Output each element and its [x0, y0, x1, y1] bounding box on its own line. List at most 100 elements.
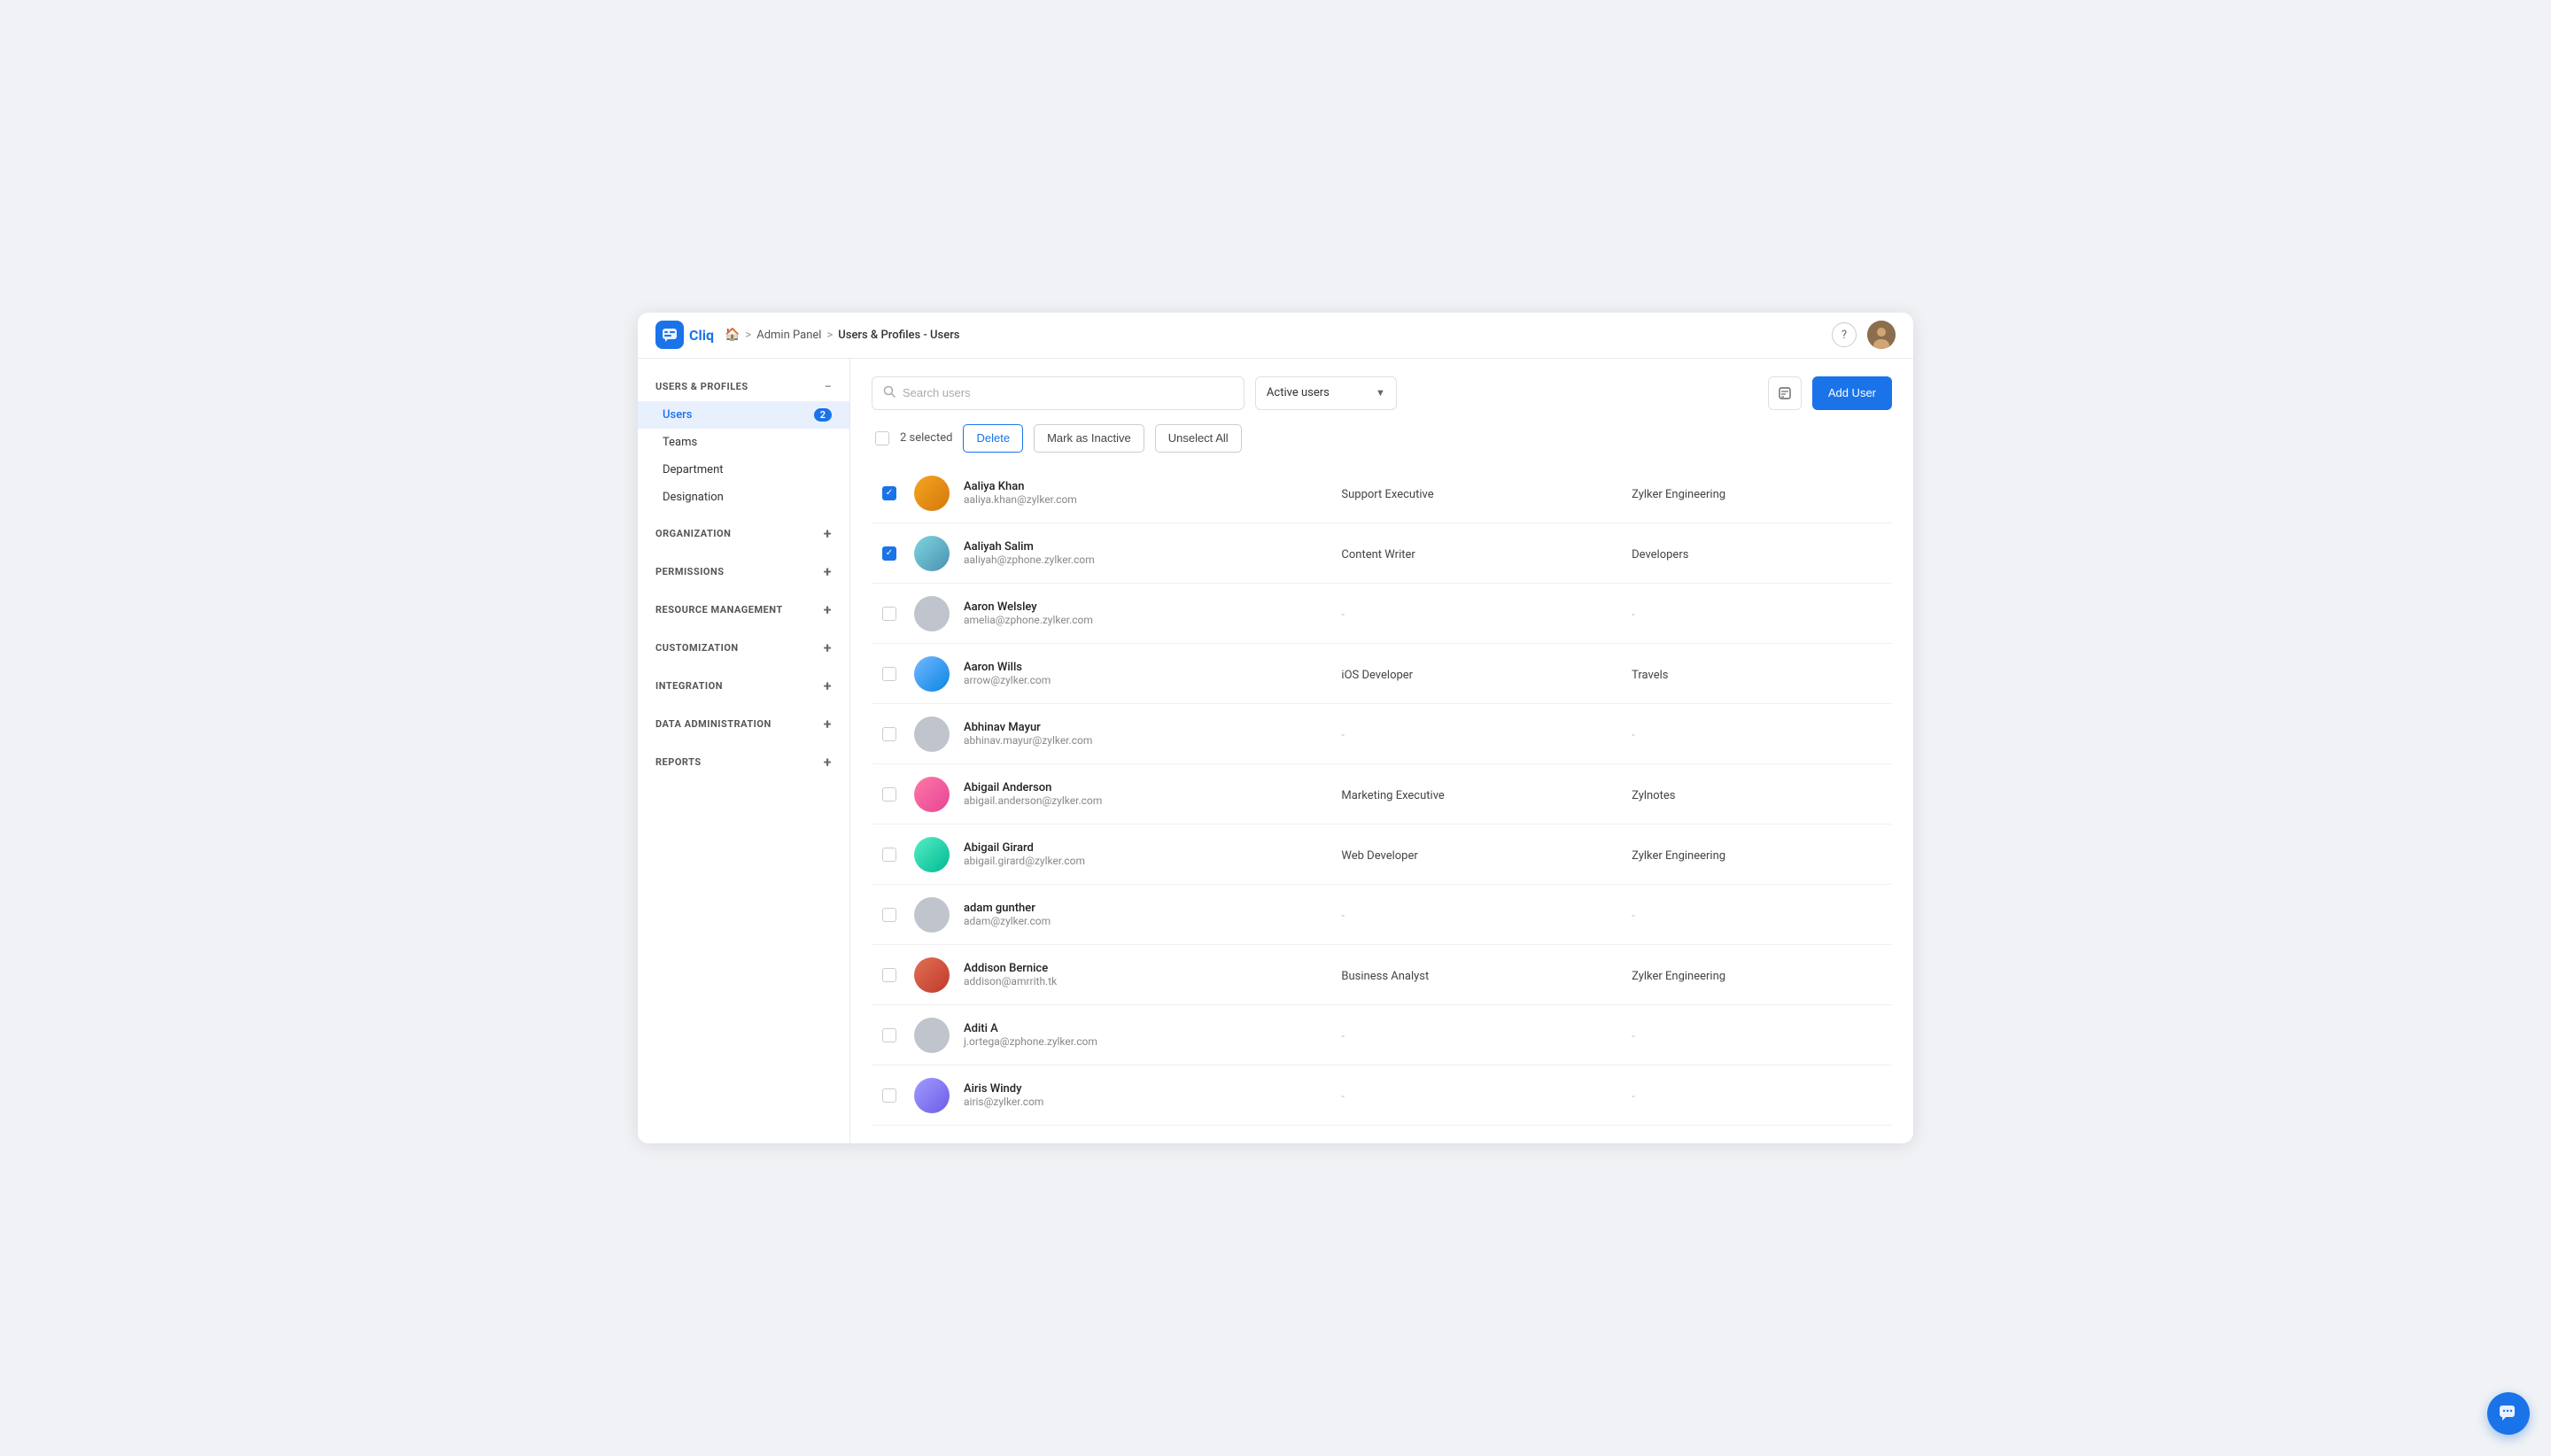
checkbox-cell[interactable]: [872, 885, 907, 945]
table-row: Addison Bernice addison@amrrith.tk Busin…: [872, 945, 1892, 1005]
checkbox-cell[interactable]: [872, 704, 907, 764]
status-dropdown[interactable]: Active users ▼: [1255, 376, 1397, 410]
checkbox-cell[interactable]: [872, 1065, 907, 1126]
sidebar-section-permissions: PERMISSIONS +: [638, 556, 849, 587]
row-checkbox[interactable]: [882, 727, 896, 741]
checkbox-cell[interactable]: [872, 1005, 907, 1065]
user-name: Aaliya Khan: [964, 480, 1327, 493]
sidebar-item-users[interactable]: Users 2: [638, 401, 849, 429]
row-checkbox[interactable]: [882, 486, 896, 500]
user-email: abhinav.mayur@zylker.com: [964, 734, 1327, 747]
breadcrumb-admin[interactable]: Admin Panel: [756, 329, 821, 342]
user-info: Aaron Welsley amelia@zphone.zylker.com: [964, 600, 1327, 626]
user-role-cell: Support Executive: [1334, 463, 1624, 523]
checkbox-cell[interactable]: [872, 945, 907, 1005]
integration-label: INTEGRATION: [655, 680, 723, 692]
avatar-cell: [907, 463, 957, 523]
checkbox-cell[interactable]: [872, 644, 907, 704]
user-table: Aaliya Khan aaliya.khan@zylker.com Suppo…: [872, 463, 1892, 1127]
user-info: adam gunther adam@zylker.com: [964, 902, 1327, 927]
user-info: Addison Bernice addison@amrrith.tk: [964, 962, 1327, 987]
user-email: aaliyah@zphone.zylker.com: [964, 554, 1327, 566]
avatar-cell: [907, 885, 957, 945]
user-role-cell: -: [1334, 1065, 1624, 1126]
row-checkbox[interactable]: [882, 968, 896, 982]
sidebar-item-teams[interactable]: Teams: [638, 429, 849, 456]
user-avatar: [914, 596, 950, 631]
select-all-checkbox[interactable]: [875, 431, 889, 445]
user-team-cell: -: [1624, 704, 1892, 764]
sidebar-item-department[interactable]: Department: [638, 456, 849, 484]
user-avatar-top[interactable]: [1867, 321, 1896, 349]
checkbox-cell[interactable]: [872, 463, 907, 523]
table-row: Aaliyah Salim aaliyah@zphone.zylker.com …: [872, 523, 1892, 584]
avatar-cell: [907, 764, 957, 825]
user-team-cell: Developers: [1624, 523, 1892, 584]
user-email: j.ortega@zphone.zylker.com: [964, 1035, 1327, 1048]
sidebar-section-organization: ORGANIZATION +: [638, 518, 849, 549]
home-icon[interactable]: 🏠: [725, 328, 740, 342]
user-avatar: [914, 536, 950, 571]
user-info-cell: adam gunther adam@zylker.com: [957, 885, 1334, 945]
sidebar-section-header-reports[interactable]: REPORTS +: [638, 747, 849, 778]
checkbox-cell[interactable]: [872, 764, 907, 825]
sidebar-section-reports: REPORTS +: [638, 747, 849, 778]
user-name: Airis Windy: [964, 1082, 1327, 1096]
row-checkbox[interactable]: [882, 546, 896, 561]
sidebar-section-header-customization[interactable]: CUSTOMIZATION +: [638, 632, 849, 663]
plus-icon-integration: +: [824, 678, 832, 694]
sidebar-section-header-data-administration[interactable]: DATA ADMINISTRATION +: [638, 709, 849, 740]
toolbar: Active users ▼ Add User: [872, 376, 1892, 410]
search-box[interactable]: [872, 376, 1244, 410]
export-button[interactable]: [1768, 376, 1802, 410]
user-name: adam gunther: [964, 902, 1327, 915]
sidebar: USERS & PROFILES − Users 2 Teams Departm…: [638, 359, 850, 1144]
sidebar-section-header-users-profiles[interactable]: USERS & PROFILES −: [638, 373, 849, 401]
checkbox-cell[interactable]: [872, 584, 907, 644]
user-role-cell: iOS Developer: [1334, 644, 1624, 704]
plus-icon-data-admin: +: [824, 716, 832, 732]
user-email: addison@amrrith.tk: [964, 975, 1327, 987]
sidebar-section-header-resource-management[interactable]: RESOURCE MANAGEMENT +: [638, 594, 849, 625]
user-avatar: [914, 656, 950, 692]
plus-icon-resource: +: [824, 601, 832, 618]
logo[interactable]: Cliq: [655, 321, 714, 349]
chat-fab-button[interactable]: [2487, 1392, 2530, 1435]
user-team-cell: Travels: [1624, 644, 1892, 704]
user-role-cell: -: [1334, 1005, 1624, 1065]
user-team-cell: -: [1624, 1005, 1892, 1065]
user-role-cell: Business Analyst: [1334, 945, 1624, 1005]
help-icon[interactable]: ?: [1832, 322, 1857, 347]
sidebar-item-designation[interactable]: Designation: [638, 484, 849, 511]
row-checkbox[interactable]: [882, 787, 896, 802]
sidebar-section-header-organization[interactable]: ORGANIZATION +: [638, 518, 849, 549]
user-info: Airis Windy airis@zylker.com: [964, 1082, 1327, 1108]
mark-inactive-button[interactable]: Mark as Inactive: [1034, 424, 1144, 453]
avatar-cell: [907, 584, 957, 644]
sidebar-section-header-permissions[interactable]: PERMISSIONS +: [638, 556, 849, 587]
user-avatar: [914, 1078, 950, 1113]
avatar-cell: [907, 523, 957, 584]
table-row: Aaliya Khan aaliya.khan@zylker.com Suppo…: [872, 463, 1892, 523]
sidebar-section-data-administration: DATA ADMINISTRATION +: [638, 709, 849, 740]
add-user-button[interactable]: Add User: [1812, 376, 1892, 410]
row-checkbox[interactable]: [882, 1088, 896, 1103]
row-checkbox[interactable]: [882, 1028, 896, 1042]
user-name: Aaron Wills: [964, 661, 1327, 674]
user-info: Aaliya Khan aaliya.khan@zylker.com: [964, 480, 1327, 506]
sidebar-section-users-profiles: USERS & PROFILES − Users 2 Teams Departm…: [638, 373, 849, 511]
user-avatar: [914, 837, 950, 872]
sidebar-section-header-integration[interactable]: INTEGRATION +: [638, 670, 849, 701]
avatar-cell: [907, 825, 957, 885]
checkbox-cell[interactable]: [872, 523, 907, 584]
row-checkbox[interactable]: [882, 848, 896, 862]
table-row: Abhinav Mayur abhinav.mayur@zylker.com -…: [872, 704, 1892, 764]
row-checkbox[interactable]: [882, 607, 896, 621]
checkbox-cell[interactable]: [872, 825, 907, 885]
row-checkbox[interactable]: [882, 908, 896, 922]
search-input[interactable]: [903, 386, 1233, 399]
unselect-all-button[interactable]: Unselect All: [1155, 424, 1242, 453]
delete-button[interactable]: Delete: [963, 424, 1023, 453]
row-checkbox[interactable]: [882, 667, 896, 681]
user-table-body: Aaliya Khan aaliya.khan@zylker.com Suppo…: [872, 463, 1892, 1126]
